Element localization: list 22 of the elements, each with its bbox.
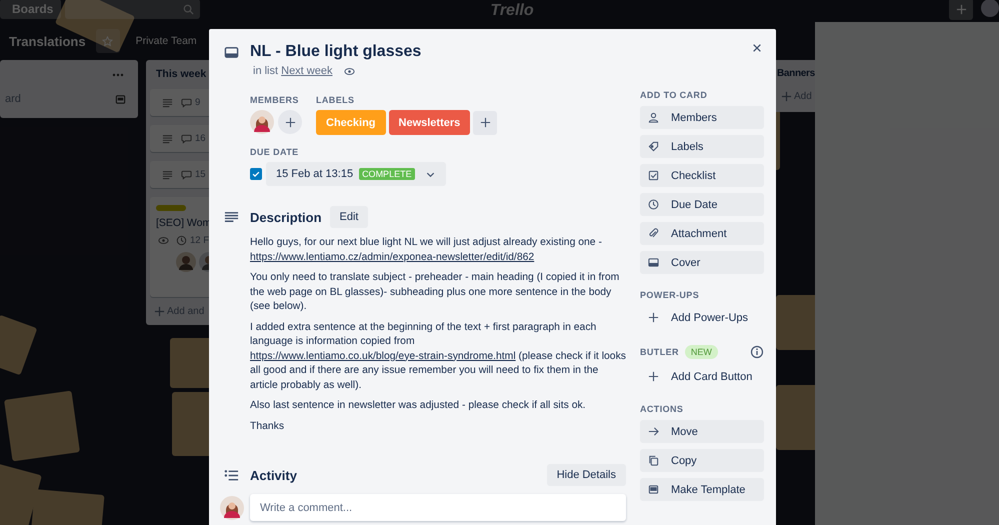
description-paragraph: You only need to translate subject - preheader - main heading (I copied it in from the web page on BL glasses)- subheading plus one more sentence in the body (see below). (250, 271, 620, 314)
section-heading: ACTIONS (640, 404, 684, 414)
description-paragraph: I added extra sentence at the beginning of the text + first paragraph in each language is information copied from https://www.lentiamo.co.uk/blog/eye-strain-syndrome.html (please check if it looks all good and if there are any issue remember you will need to fix them in the article probably as well). (250, 320, 626, 392)
labels-heading: LABELS (316, 95, 356, 105)
list-info: in list Next week (253, 65, 332, 77)
due-date-heading: DUE DATE (250, 147, 300, 157)
description-paragraph: Hello guys, for our next blue light NL we will just adjust already existing one - https://www.lentiamo.cz/admin/exponea-newsletter/edit/id/862 (250, 236, 603, 264)
due-date: 15 Feb at 13:15 (276, 168, 354, 180)
description-heading: Description (250, 210, 322, 224)
comment-count: 16 (195, 133, 206, 144)
new-badge: NEW (684, 345, 718, 359)
section-heading: POWER-UPS (640, 290, 700, 300)
description-paragraph: Thanks (250, 420, 286, 434)
description-paragraph: Also last sentence in newsletter was adjusted - please check if all sits ok. (250, 399, 587, 413)
status-badge: COMPLETE (359, 168, 415, 180)
members-heading: MEMBERS (250, 95, 300, 105)
activity-heading: Activity (250, 468, 297, 482)
comment-count: 9 (195, 97, 200, 108)
section-heading: ADD TO CARD (640, 90, 708, 100)
comment-count: 15 (195, 169, 206, 180)
section-heading: BUTLER (640, 347, 679, 357)
due-date-text: 12 F (190, 235, 210, 246)
